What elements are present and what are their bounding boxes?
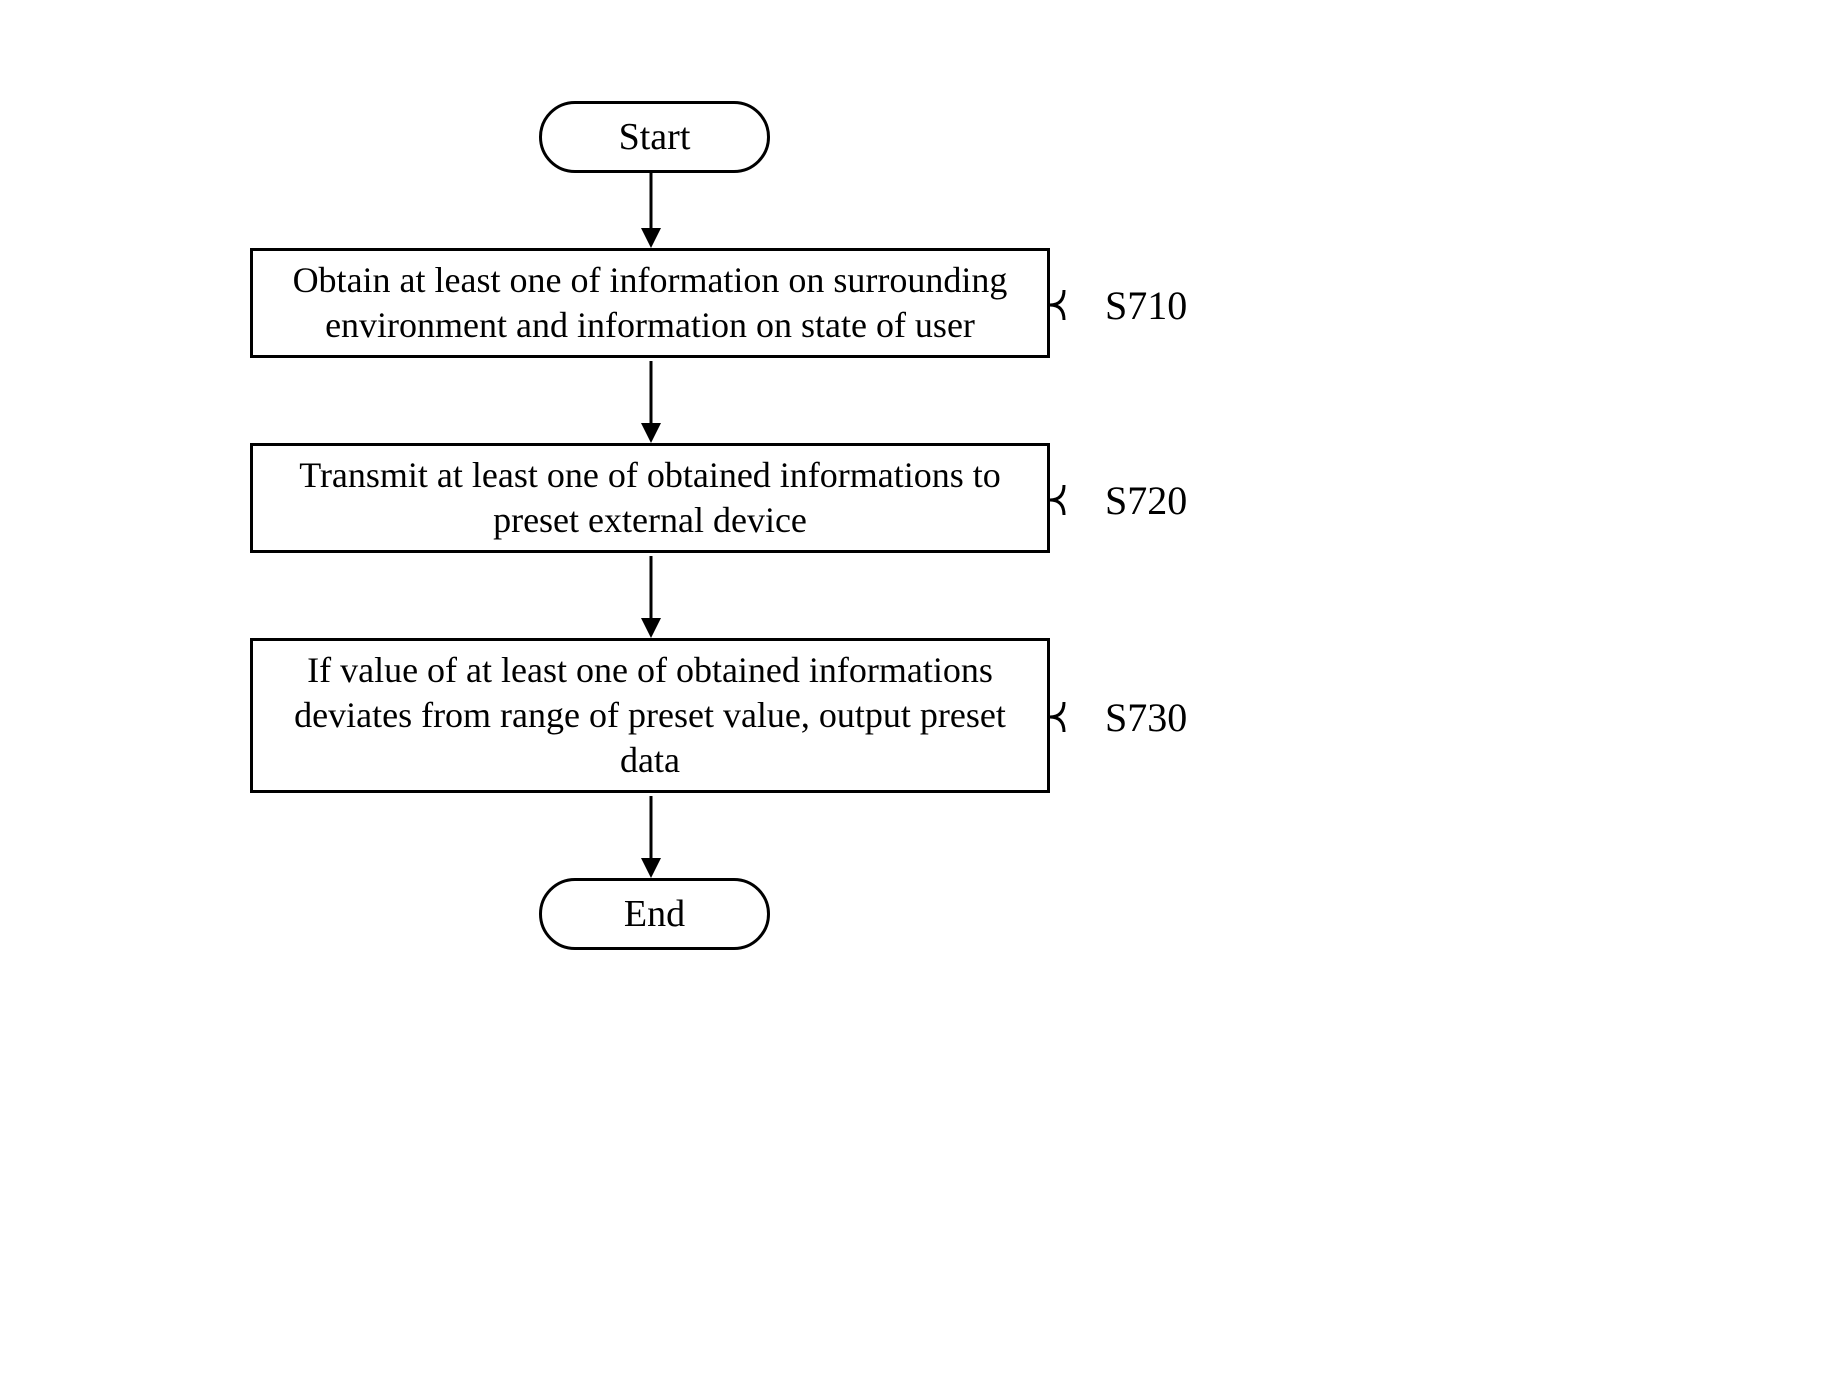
flowchart-container: Start Obtain at least one of information…: [0, 0, 1824, 1384]
end-terminal: End: [539, 878, 770, 950]
start-terminal: Start: [539, 101, 770, 173]
arrow-s730-to-end: [636, 796, 666, 878]
connector-s730: [1050, 700, 1080, 734]
process-s710-text: Obtain at least one of information on su…: [273, 258, 1027, 348]
connector-s710: [1050, 288, 1080, 322]
process-s710: Obtain at least one of information on su…: [250, 248, 1050, 358]
process-s720-text: Transmit at least one of obtained inform…: [273, 453, 1027, 543]
label-s720: S720: [1105, 477, 1187, 524]
label-s730: S730: [1105, 694, 1187, 741]
process-s730: If value of at least one of obtained inf…: [250, 638, 1050, 793]
connector-s720: [1050, 483, 1080, 517]
arrow-s720-to-s730: [636, 556, 666, 638]
process-s720: Transmit at least one of obtained inform…: [250, 443, 1050, 553]
label-s710: S710: [1105, 282, 1187, 329]
start-text: Start: [619, 115, 691, 159]
arrow-start-to-s710: [636, 170, 666, 248]
end-text: End: [624, 892, 685, 936]
process-s730-text: If value of at least one of obtained inf…: [273, 648, 1027, 783]
arrow-s710-to-s720: [636, 361, 666, 443]
